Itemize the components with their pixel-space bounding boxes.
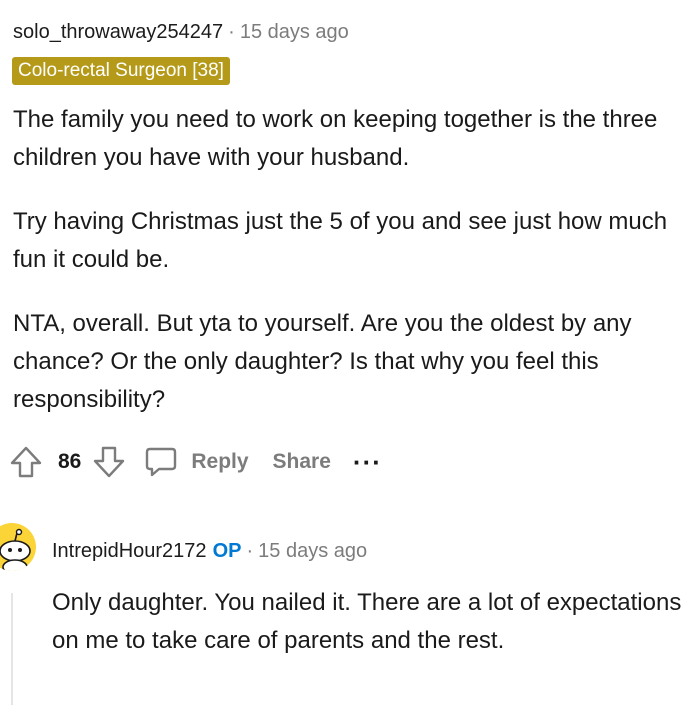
meta-separator: ·: [228, 21, 235, 43]
meta-separator: ·: [246, 540, 254, 562]
op-badge: OP: [212, 540, 242, 562]
share-button[interactable]: Share: [273, 450, 331, 474]
user-flair: Colo-rectal Surgeon [38]: [12, 57, 230, 85]
vote-score: 86: [58, 450, 82, 473]
comment-username[interactable]: solo_throwaway254247: [13, 21, 223, 43]
comment-meta: solo_throwaway254247 · 15 days ago: [13, 18, 349, 46]
reply-username[interactable]: IntrepidHour2172: [52, 540, 207, 562]
upvote-arrow-icon[interactable]: [8, 444, 44, 480]
more-options-button[interactable]: ···: [353, 449, 382, 475]
reply-meta: IntrepidHour2172 OP · 15 days ago: [52, 537, 367, 565]
reply-timestamp[interactable]: 15 days ago: [258, 540, 367, 562]
comment-paragraph: Try having Christmas just the 5 of you a…: [13, 208, 668, 273]
snoo-avatar-icon[interactable]: [0, 523, 36, 571]
comment-timestamp[interactable]: 15 days ago: [240, 21, 349, 43]
thread-line[interactable]: [11, 593, 13, 705]
comment-body: The family you need to work on keeping t…: [13, 101, 698, 445]
comment-paragraph: The family you need to work on keeping t…: [13, 106, 658, 171]
downvote-arrow-icon[interactable]: [91, 444, 127, 480]
comment-actions: 86 Reply Share ···: [8, 440, 382, 484]
comment-paragraph: NTA, overall. But yta to yourself. Are y…: [13, 310, 632, 413]
reply-button[interactable]: Reply: [143, 444, 249, 480]
speech-bubble-icon: [143, 444, 179, 480]
reply-body: Only daughter. You nailed it. There are …: [52, 589, 682, 654]
reply-label: Reply: [191, 450, 249, 473]
